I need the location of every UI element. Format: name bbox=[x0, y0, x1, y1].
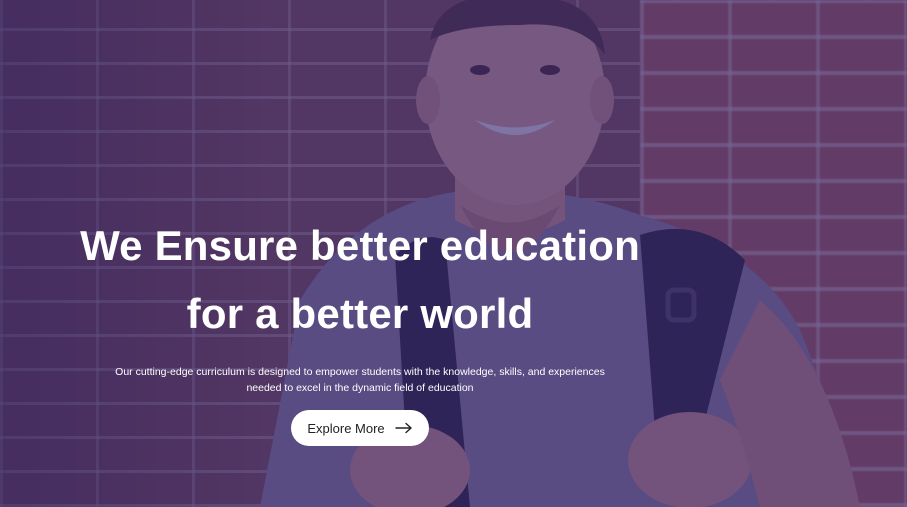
hero-subtitle: Our cutting-edge curriculum is designed … bbox=[115, 366, 605, 394]
explore-more-label: Explore More bbox=[307, 420, 385, 436]
hero-section: We Ensure better education for a better … bbox=[0, 0, 907, 507]
hero-title-line-2: for a better world bbox=[186, 290, 534, 337]
hero-title: We Ensure better education for a better … bbox=[40, 212, 680, 348]
explore-more-button[interactable]: Explore More bbox=[291, 410, 429, 446]
hero-title-line-1: We Ensure better education bbox=[80, 222, 640, 269]
hero-content: We Ensure better education for a better … bbox=[40, 212, 680, 446]
arrow-right-icon bbox=[394, 422, 413, 434]
